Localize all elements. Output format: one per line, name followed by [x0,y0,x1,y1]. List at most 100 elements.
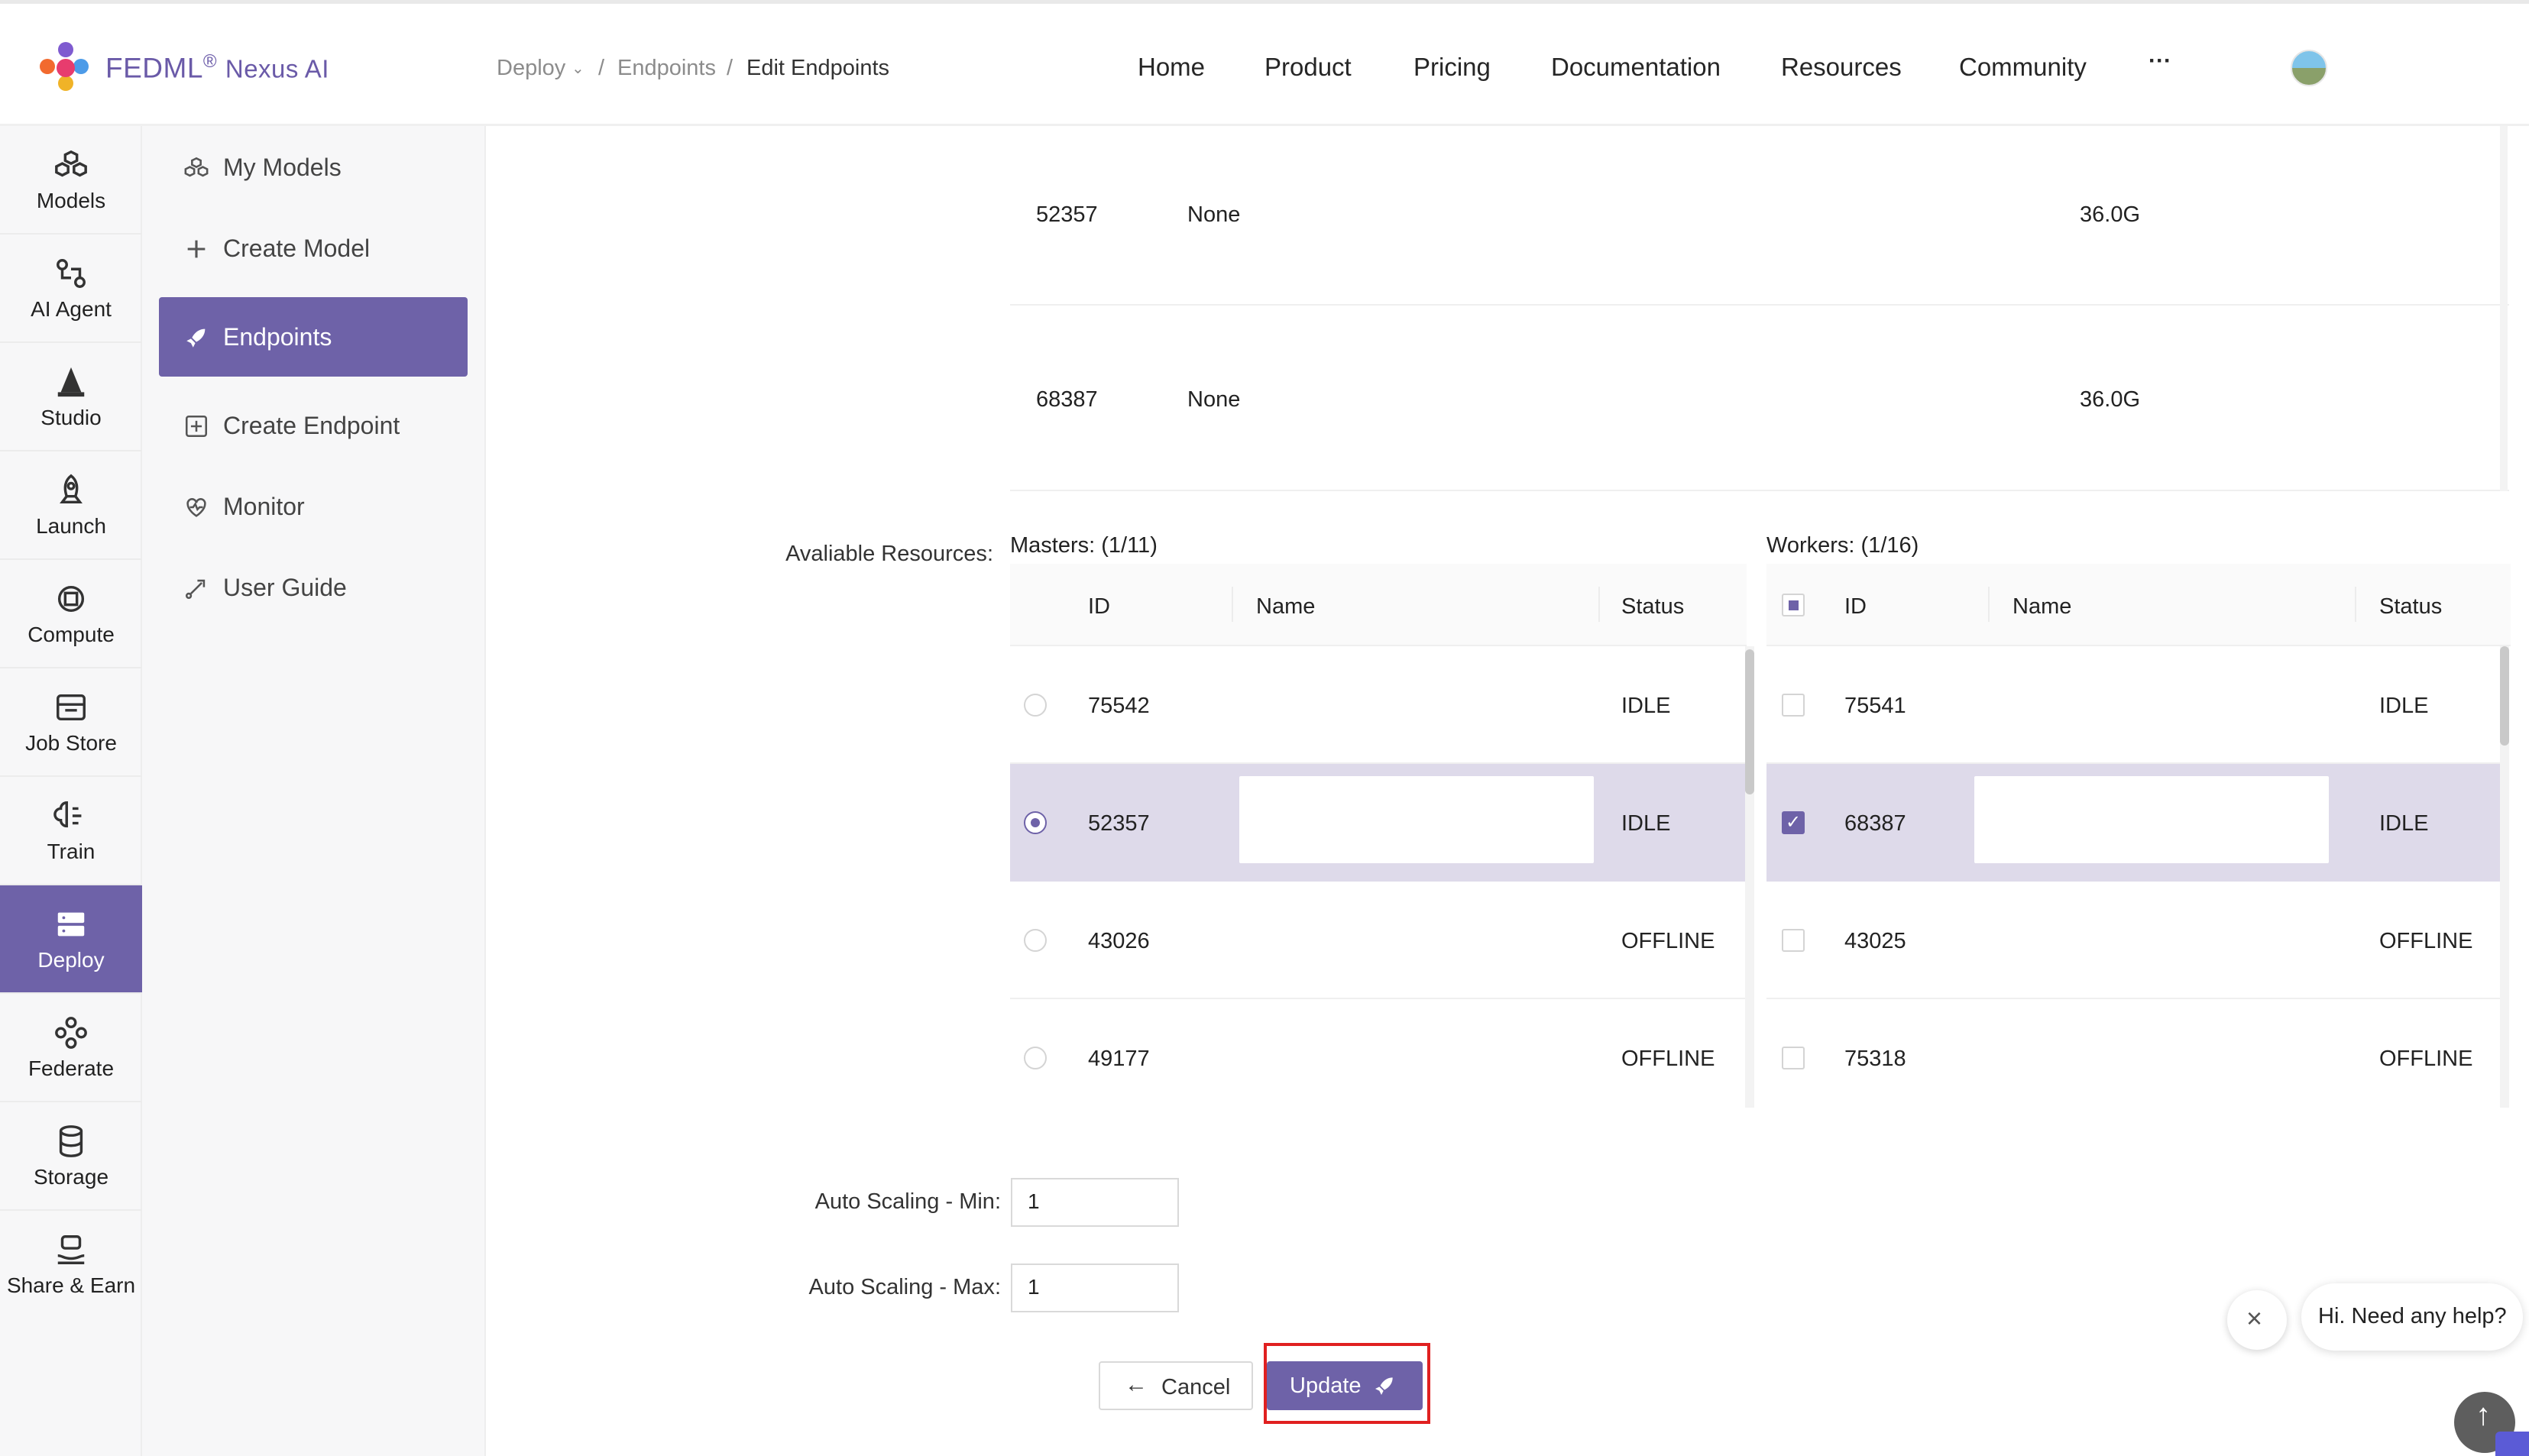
row-checkbox[interactable] [1782,929,1805,952]
divider [1598,587,1600,622]
federate-icon [55,1017,87,1049]
submenu-item-user-guide[interactable]: User Guide [159,548,468,627]
chat-bubble[interactable]: Hi. Need any help? [2301,1283,2523,1351]
breadcrumb-deploy[interactable]: Deploy [497,56,565,81]
submenu-item-create-endpoint[interactable]: Create Endpoint [159,386,468,465]
studio-icon [57,367,85,397]
scrollbar-thumb[interactable] [1745,649,1754,794]
rail-item-studio[interactable]: Studio [0,343,142,451]
table-row[interactable]: 75541 IDLE [1766,646,2500,764]
master-status: OFFLINE [1621,929,1715,953]
submenu-item-my-models[interactable]: My Models [159,128,468,207]
chevron-down-icon: ⌄ [572,60,584,77]
nav-documentation[interactable]: Documentation [1551,53,1721,82]
table-row[interactable]: 43025 OFFLINE [1766,882,2500,999]
column-id[interactable]: ID [1844,594,1867,620]
master-status: IDLE [1621,811,1671,836]
row-radio[interactable] [1024,694,1047,717]
chat-launcher-icon[interactable] [2495,1432,2529,1456]
rail-item-ai-agent[interactable]: AI Agent [0,235,142,343]
column-status[interactable]: Status [2379,594,2442,620]
cancel-button[interactable]: ← Cancel [1099,1361,1253,1410]
brand-reg: ® [202,51,218,72]
auto-scaling-max-label: Auto Scaling - Max: [808,1275,1001,1299]
avatar[interactable] [2291,50,2327,86]
masters-header: ID Name Status [1010,564,1747,646]
rail-item-compute[interactable]: Compute [0,560,142,668]
more-icon[interactable]: ··· [2149,48,2171,74]
auto-scaling-max-input[interactable]: 1 [1011,1263,1179,1312]
nav-pricing[interactable]: Pricing [1413,53,1491,82]
rail-label: Models [36,189,106,212]
breadcrumb-separator: / [598,56,605,80]
rail-item-models[interactable]: Models [0,126,142,235]
chat-text: Hi. Need any help? [2318,1304,2507,1328]
row-radio[interactable] [1024,929,1047,952]
rail-label: Deploy [37,948,105,972]
worker-id: 43025 [1844,929,1906,953]
update-button[interactable]: Update [1267,1361,1423,1410]
worker-name-input[interactable] [1974,776,2329,863]
divider [1988,587,1990,622]
select-all-checkbox[interactable] [1782,594,1805,616]
column-status[interactable]: Status [1621,594,1684,620]
scrollbar[interactable] [2500,126,2508,491]
scrollbar-thumb[interactable] [2500,646,2509,746]
nav-product[interactable]: Product [1264,53,1352,82]
available-resources-text: Avaliable Resources [785,542,987,566]
row-radio-selected[interactable] [1024,811,1047,834]
table-row[interactable]: 43026 OFFLINE [1010,882,1747,999]
nav-home[interactable]: Home [1138,53,1205,82]
master-id: 52357 [1088,811,1150,836]
rail-item-job-store[interactable]: Job Store [0,668,142,777]
brand-logo-icon[interactable] [40,42,93,95]
worker-id: 68387 [1844,811,1906,836]
workers-title: Workers: (1/16) [1766,533,1919,558]
rail-item-deploy[interactable]: Deploy [0,885,142,994]
worker-id: 75318 [1844,1047,1906,1071]
master-name-input[interactable] [1239,776,1594,863]
masters-table: Masters: (1/11) ID Name Status 75542 IDL… [1010,527,1754,1108]
store-icon [57,694,86,721]
check-icon[interactable]: ✓ [1782,811,1805,834]
row-checkbox[interactable] [1782,1047,1805,1069]
table-row[interactable]: 75318 OFFLINE [1766,999,2500,1108]
column-id[interactable]: ID [1088,594,1110,620]
rocket-icon [186,328,206,348]
rail-item-share-earn[interactable]: Share & Earn [0,1211,142,1319]
column-name[interactable]: Name [2013,594,2071,620]
submenu-item-monitor[interactable]: Monitor [159,467,468,546]
row-checkbox[interactable] [1782,694,1805,717]
rail-item-train[interactable]: Train [0,777,142,885]
brain-icon [53,801,82,828]
worker-status: IDLE [2379,694,2429,718]
column-name[interactable]: Name [1256,594,1315,620]
ai-agent-icon [57,259,86,288]
rail-label: Compute [28,623,115,646]
row-radio[interactable] [1024,1047,1047,1069]
table-row[interactable]: 75542 IDLE [1010,646,1747,764]
breadcrumb-endpoints[interactable]: Endpoints [617,56,716,81]
table-row[interactable]: 49177 OFFLINE [1010,999,1747,1108]
master-id: 43026 [1088,929,1150,953]
rail-item-storage[interactable]: Storage [0,1102,142,1211]
brand-name[interactable]: FEDML® Nexus AI [105,51,329,84]
rail-item-launch[interactable]: Launch [0,451,142,560]
chat-close-button[interactable]: × [2227,1290,2287,1350]
auto-scaling-min-input[interactable]: 1 [1011,1178,1179,1227]
table-row-selected[interactable]: ✓ 68387 IDLE [1766,764,2500,882]
update-label: Update [1290,1373,1362,1398]
rail-label: Launch [36,514,106,538]
models-icon [55,150,87,177]
table-row-selected[interactable]: 52357 IDLE [1010,764,1747,882]
device-name: None [1187,387,1241,412]
nav-community[interactable]: Community [1959,53,2087,82]
nav-resources[interactable]: Resources [1781,53,1902,82]
submenu-label: Create Model [223,235,371,262]
submenu-label: Endpoints [223,323,332,351]
submenu-item-endpoints[interactable]: Endpoints [159,297,468,377]
divider [1232,587,1233,622]
rail-item-federate[interactable]: Federate [0,994,142,1102]
submenu-item-create-model[interactable]: Create Model [159,209,468,288]
master-status: IDLE [1621,694,1671,718]
